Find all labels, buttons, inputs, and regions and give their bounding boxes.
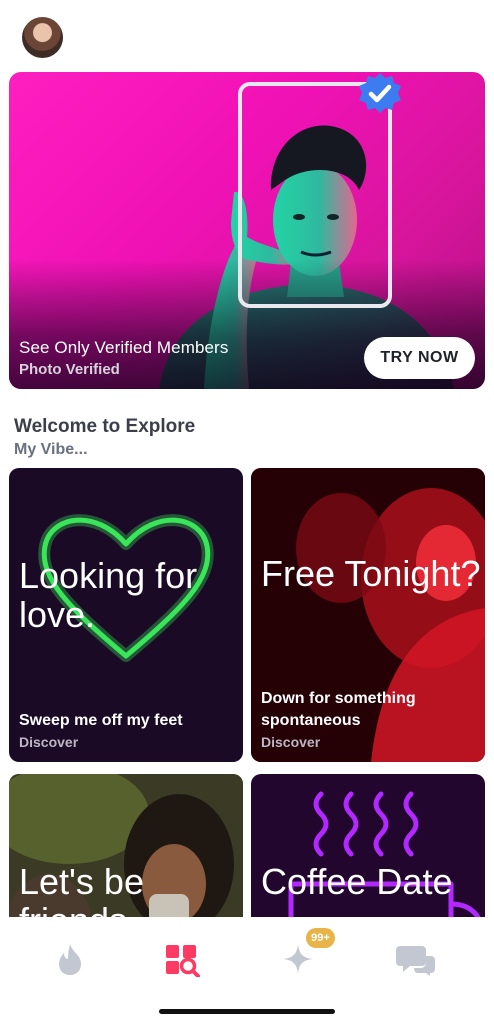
hero-title: See Only Verified Members xyxy=(19,338,229,357)
bottom-tab-bar: 99+ xyxy=(0,917,494,1024)
card-description: Down for something spontaneous xyxy=(261,690,416,729)
vibe-card-free-tonight[interactable]: Free Tonight? Down for something spontan… xyxy=(251,468,485,762)
home-indicator xyxy=(159,1009,335,1014)
card-headline: Coffee Date xyxy=(261,861,453,902)
section-title: Welcome to Explore xyxy=(14,416,196,437)
top-bar xyxy=(0,0,494,68)
card-tag: Discover xyxy=(261,734,321,750)
card-description: Sweep me off my feet xyxy=(19,712,183,729)
hero-subtitle: Photo Verified xyxy=(19,361,120,378)
card-headline: Looking for love. xyxy=(19,555,198,635)
tab-chat[interactable] xyxy=(396,939,436,979)
likes-count-badge: 99+ xyxy=(306,928,335,948)
verified-members-banner[interactable]: See Only Verified Members Photo Verified… xyxy=(9,72,485,389)
section-subtitle: My Vibe... xyxy=(14,441,88,458)
sparkle-icon xyxy=(283,944,313,974)
flame-icon xyxy=(59,944,81,975)
vibe-card-looking-for-love[interactable]: Looking for love. Sweep me off my feet D… xyxy=(9,468,243,762)
chat-icon xyxy=(396,946,435,976)
profile-avatar[interactable] xyxy=(22,17,63,58)
card-tag: Discover xyxy=(19,734,79,750)
tab-explore[interactable] xyxy=(162,939,202,979)
card-headline: Free Tonight? xyxy=(261,553,481,594)
try-now-button[interactable]: TRY NOW xyxy=(364,337,475,379)
explore-icon xyxy=(166,945,200,977)
tab-discover[interactable] xyxy=(50,939,90,979)
verified-badge-icon xyxy=(359,73,401,113)
